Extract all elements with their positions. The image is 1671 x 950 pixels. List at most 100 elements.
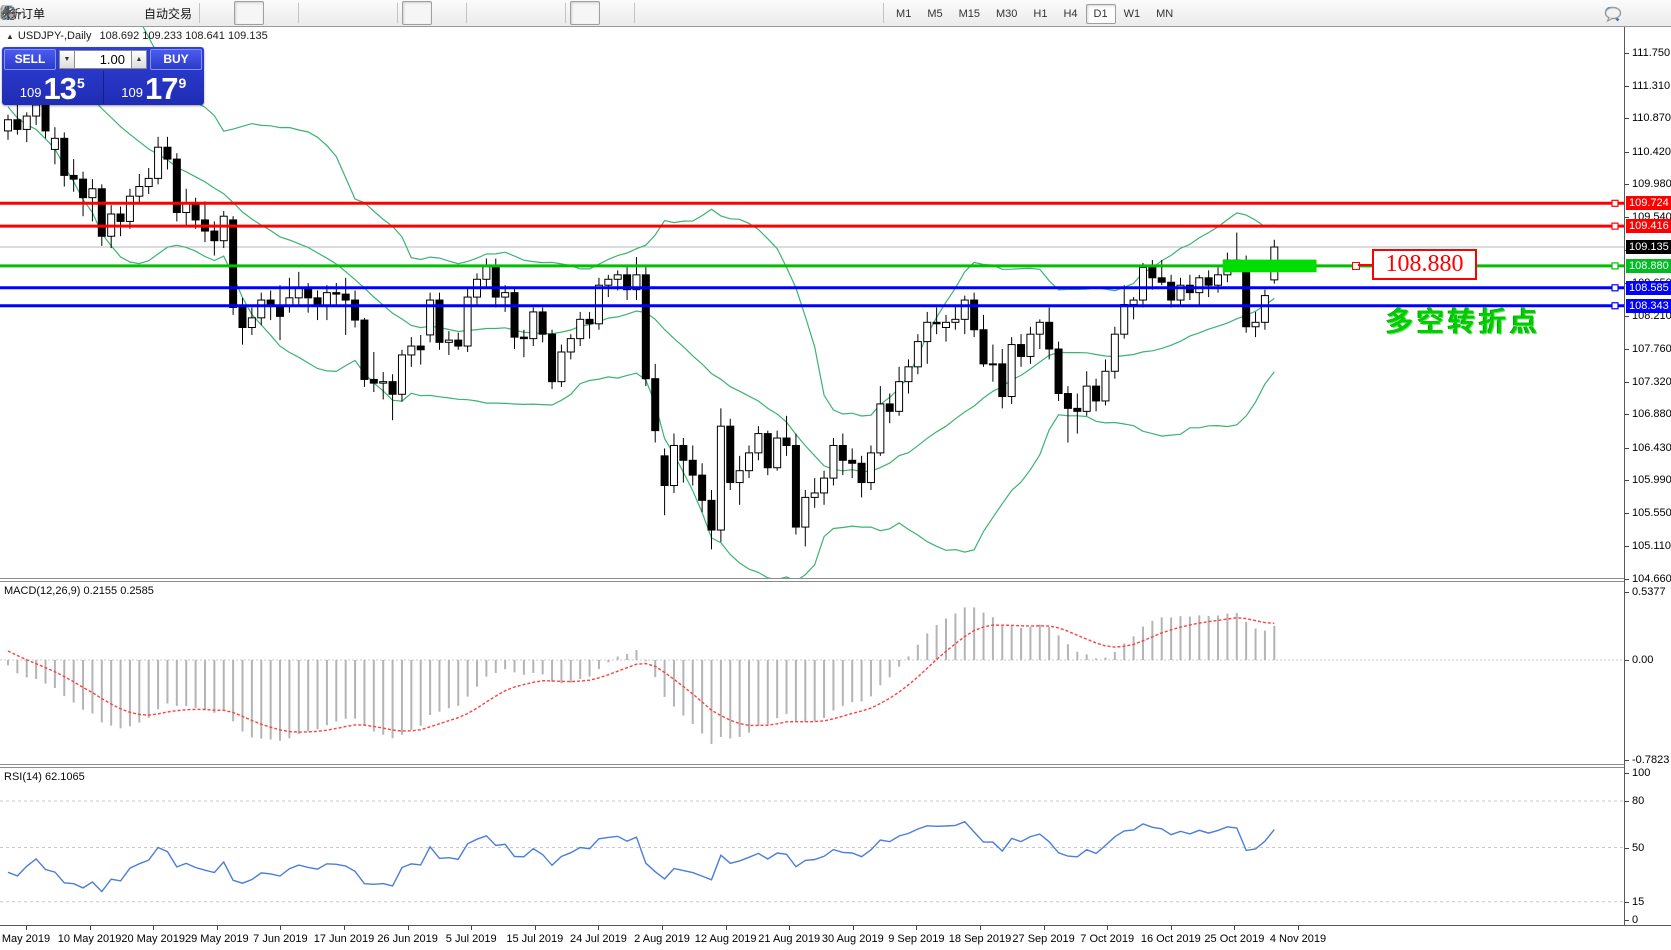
fibonacci-button[interactable]: F xyxy=(759,1,789,25)
timeframe-group: M1M5M15M30H1H4D1W1MN xyxy=(888,4,1181,22)
rsi-axis-label: 15 xyxy=(1632,896,1644,908)
highlight-rectangle[interactable] xyxy=(1223,260,1317,273)
date-tick xyxy=(535,926,536,930)
callout-leader-line xyxy=(1358,264,1372,266)
macd-axis-label: 0.00 xyxy=(1632,654,1653,666)
macd-value-2: 0.2585 xyxy=(120,585,154,597)
line-chart-button[interactable] xyxy=(264,1,294,25)
ohlc-values: 108.692 109.233 108.641 109.135 xyxy=(99,30,267,42)
separator xyxy=(298,3,299,23)
crosshair-button[interactable] xyxy=(600,1,630,25)
volume-increase-button[interactable]: ▲ xyxy=(131,50,147,69)
date-label: 2 Aug 2019 xyxy=(634,933,690,945)
price-axis[interactable]: 111.750111.310110.870110.420109.980109.5… xyxy=(1624,27,1671,925)
one-click-top-row: SELL ▼ 1.00 ▲ BUY xyxy=(2,47,204,70)
support-button[interactable] xyxy=(108,1,138,25)
price-tick-label: 105.550 xyxy=(1632,507,1671,519)
arrows-menu-button[interactable] xyxy=(849,1,879,25)
timeframe-m15[interactable]: M15 xyxy=(951,4,988,24)
timeframe-h4[interactable]: H4 xyxy=(1055,4,1085,24)
one-click-prices: 109 13 5 109 17 9 xyxy=(2,71,204,104)
date-tick xyxy=(1234,926,1235,930)
rsi-line xyxy=(8,822,1274,892)
rsi-value: 62.1065 xyxy=(45,771,85,783)
date-tick xyxy=(471,926,472,930)
periods-menu-button[interactable] xyxy=(501,1,531,25)
panel-separator[interactable] xyxy=(0,581,1624,582)
price-badge: 109.135 xyxy=(1626,240,1671,254)
date-tick xyxy=(789,926,790,930)
volume-input[interactable]: 1.00 xyxy=(75,50,131,69)
macd-signal-line xyxy=(8,618,1274,732)
level-price-callout[interactable]: 108.880 xyxy=(1372,249,1477,280)
timeframe-m5[interactable]: M5 xyxy=(919,4,950,24)
macd-panel[interactable] xyxy=(0,582,1624,764)
zoom-in-button[interactable] xyxy=(303,1,333,25)
date-tick xyxy=(280,926,281,930)
date-axis[interactable]: May 201910 May 201920 May 201929 May 201… xyxy=(0,925,1671,950)
timeframe-d1[interactable]: D1 xyxy=(1086,4,1116,24)
indicators-menu-button[interactable] xyxy=(471,1,501,25)
auto-scroll-button[interactable] xyxy=(402,1,432,25)
macd-axis-tick xyxy=(1625,660,1629,661)
macd-axis-label: -0.7823 xyxy=(1632,754,1669,766)
trendline-button[interactable] xyxy=(699,1,729,25)
candlestick-chart-button[interactable] xyxy=(234,1,264,25)
autotrading-button[interactable]: 自动交易 xyxy=(138,1,195,25)
buy-price[interactable]: 109 17 9 xyxy=(104,71,205,104)
rsi-label: RSI(14) 62.1065 xyxy=(4,771,85,783)
panel-separator[interactable] xyxy=(0,578,1624,579)
separator xyxy=(634,3,635,23)
timeframe-h1[interactable]: H1 xyxy=(1025,4,1055,24)
toolbar: 新订单 自动交易 xyxy=(0,0,1671,27)
cursor-button[interactable] xyxy=(570,1,600,25)
sell-button[interactable]: SELL xyxy=(4,49,56,70)
date-tick xyxy=(980,926,981,930)
price-tick xyxy=(1625,448,1629,449)
text-button[interactable]: A xyxy=(789,1,819,25)
volume-decrease-button[interactable]: ▼ xyxy=(59,50,75,69)
buy-price-point: 9 xyxy=(178,75,186,91)
date-label: 17 Jun 2019 xyxy=(314,933,375,945)
turning-point-annotation[interactable]: 多空转折点 xyxy=(1386,300,1541,339)
price-tick xyxy=(1625,86,1629,87)
price-chart[interactable] xyxy=(0,27,1624,578)
sell-price[interactable]: 109 13 5 xyxy=(2,71,104,104)
timeframe-w1[interactable]: W1 xyxy=(1116,4,1149,24)
equidistant-channel-button[interactable]: E xyxy=(729,1,759,25)
timeframe-mn[interactable]: MN xyxy=(1148,4,1181,24)
zoom-out-button[interactable] xyxy=(333,1,363,25)
timeframe-m30[interactable]: M30 xyxy=(988,4,1025,24)
text-label-button[interactable]: T xyxy=(819,1,849,25)
templates-menu-button[interactable] xyxy=(531,1,561,25)
bar-chart-button[interactable] xyxy=(204,1,234,25)
chat-button[interactable] xyxy=(1633,2,1663,26)
vertical-line-button[interactable] xyxy=(639,1,669,25)
buy-button[interactable]: BUY xyxy=(150,49,202,70)
date-tick xyxy=(853,926,854,930)
date-tick xyxy=(26,926,27,930)
autotrading-label: 自动交易 xyxy=(144,5,192,22)
tile-windows-button[interactable] xyxy=(363,1,393,25)
rsi-panel[interactable] xyxy=(0,768,1624,925)
panel-separator[interactable] xyxy=(0,764,1624,765)
news-button[interactable] xyxy=(48,1,78,25)
price-badge: 108.880 xyxy=(1626,259,1671,273)
collapse-icon[interactable]: ▲ xyxy=(6,32,14,41)
price-tick-label: 111.310 xyxy=(1632,80,1670,92)
price-tick xyxy=(1625,382,1629,383)
market-watch-button[interactable] xyxy=(78,1,108,25)
date-label: 18 Sep 2019 xyxy=(949,933,1011,945)
date-tick xyxy=(217,926,218,930)
chart-shift-button[interactable] xyxy=(432,1,462,25)
date-label: 16 Oct 2019 xyxy=(1141,933,1201,945)
price-tick xyxy=(1625,349,1629,350)
sell-price-point: 5 xyxy=(77,75,85,91)
price-tick-label: 110.420 xyxy=(1632,146,1671,158)
date-label: 5 Jul 2019 xyxy=(446,933,497,945)
panel-separator[interactable] xyxy=(0,767,1624,768)
date-tick xyxy=(726,926,727,930)
horizontal-line-button[interactable] xyxy=(669,1,699,25)
candles-layer xyxy=(5,100,1278,550)
timeframe-m1[interactable]: M1 xyxy=(888,4,919,24)
